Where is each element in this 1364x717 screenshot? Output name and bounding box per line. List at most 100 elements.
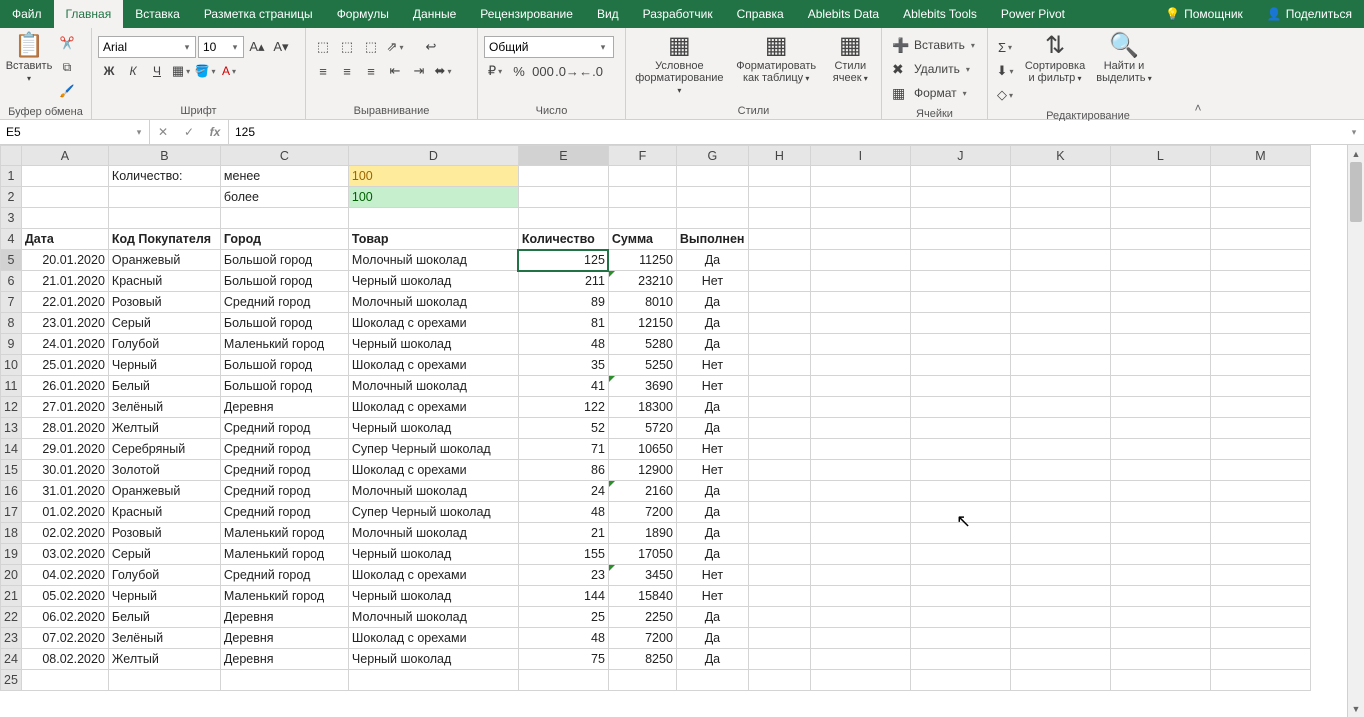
cell-D16[interactable]: Молочный шоколад [348,481,518,502]
cell-B17[interactable]: Красный [108,502,220,523]
cell-D12[interactable]: Шоколад с орехами [348,397,518,418]
cell-D6[interactable]: Черный шоколад [348,271,518,292]
cell-H8[interactable] [748,313,810,334]
cell-K10[interactable] [1010,355,1110,376]
merge-button[interactable]: ⬌ [432,60,454,82]
cell-E6[interactable]: 211 [518,271,608,292]
sort-filter-button[interactable]: ⇅ Сортировка и фильтр [1020,32,1090,86]
cell-J25[interactable] [910,670,1010,691]
cell-E18[interactable]: 21 [518,523,608,544]
cell-J16[interactable] [910,481,1010,502]
format-painter-button[interactable]: 🖌️ [56,80,78,102]
cell-G12[interactable]: Да [676,397,748,418]
cell-K14[interactable] [1010,439,1110,460]
cell-A17[interactable]: 01.02.2020 [21,502,108,523]
cell-E17[interactable]: 48 [518,502,608,523]
copy-button[interactable]: ⧉ [56,56,78,78]
cell-M4[interactable] [1210,229,1310,250]
cell-I11[interactable] [810,376,910,397]
cell-D20[interactable]: Шоколад с орехами [348,565,518,586]
cell-L16[interactable] [1110,481,1210,502]
cell-J14[interactable] [910,439,1010,460]
align-right-button[interactable]: ≡ [360,60,382,82]
row-header-2[interactable]: 2 [1,187,22,208]
conditional-formatting-button[interactable]: ▦ Условное форматирование [632,32,727,98]
cell-G21[interactable]: Нет [676,586,748,607]
cell-C19[interactable]: Маленький город [220,544,348,565]
cell-H5[interactable] [748,250,810,271]
menu-share[interactable]: Поделиться [1255,0,1364,28]
vertical-scrollbar[interactable]: ▲ ▼ [1347,145,1364,717]
cell-H24[interactable] [748,649,810,670]
row-header-11[interactable]: 11 [1,376,22,397]
cell-F25[interactable] [608,670,676,691]
cell-I15[interactable] [810,460,910,481]
cell-J12[interactable] [910,397,1010,418]
number-format-input[interactable] [485,37,595,57]
cell-K6[interactable] [1010,271,1110,292]
cell-D24[interactable]: Черный шоколад [348,649,518,670]
cell-K4[interactable] [1010,229,1110,250]
underline-button[interactable]: Ч [146,60,168,82]
cell-H10[interactable] [748,355,810,376]
row-header-7[interactable]: 7 [1,292,22,313]
cell-K19[interactable] [1010,544,1110,565]
cell-G5[interactable]: Да [676,250,748,271]
cell-D25[interactable] [348,670,518,691]
cell-E16[interactable]: 24 [518,481,608,502]
cell-M13[interactable] [1210,418,1310,439]
cell-D22[interactable]: Молочный шоколад [348,607,518,628]
increase-decimal-button[interactable]: .0→ [556,60,578,82]
cell-F24[interactable]: 8250 [608,649,676,670]
bold-button[interactable]: Ж [98,60,120,82]
cell-K23[interactable] [1010,628,1110,649]
cell-L20[interactable] [1110,565,1210,586]
cell-C23[interactable]: Деревня [220,628,348,649]
cell-K7[interactable] [1010,292,1110,313]
wrap-text-button[interactable]: ↩ [420,36,442,58]
menu-ablebits-data[interactable]: Ablebits Data [796,0,891,28]
cell-B2[interactable] [108,187,220,208]
cell-M11[interactable] [1210,376,1310,397]
cell-H4[interactable] [748,229,810,250]
cell-L17[interactable] [1110,502,1210,523]
cell-E23[interactable]: 48 [518,628,608,649]
cell-H16[interactable] [748,481,810,502]
scroll-thumb[interactable] [1350,162,1362,222]
cell-L9[interactable] [1110,334,1210,355]
cell-H6[interactable] [748,271,810,292]
cell-J15[interactable] [910,460,1010,481]
cell-B7[interactable]: Розовый [108,292,220,313]
cell-K25[interactable] [1010,670,1110,691]
cell-H12[interactable] [748,397,810,418]
cell-H19[interactable] [748,544,810,565]
cell-F6[interactable]: 23210 [608,271,676,292]
cell-D21[interactable]: Черный шоколад [348,586,518,607]
font-size-combo[interactable]: ▾ [198,36,244,58]
cell-I22[interactable] [810,607,910,628]
cell-L3[interactable] [1110,208,1210,229]
cell-C6[interactable]: Большой город [220,271,348,292]
row-header-24[interactable]: 24 [1,649,22,670]
row-header-13[interactable]: 13 [1,418,22,439]
cell-E19[interactable]: 155 [518,544,608,565]
cell-H2[interactable] [748,187,810,208]
cell-I24[interactable] [810,649,910,670]
cell-G10[interactable]: Нет [676,355,748,376]
cell-H1[interactable] [748,166,810,187]
cell-J24[interactable] [910,649,1010,670]
cell-K15[interactable] [1010,460,1110,481]
align-top-button[interactable]: ⬚ [312,36,334,58]
menu-insert[interactable]: Вставка [123,0,192,28]
cell-C11[interactable]: Большой город [220,376,348,397]
cell-K17[interactable] [1010,502,1110,523]
cell-J5[interactable] [910,250,1010,271]
insert-function-button[interactable]: fx [202,121,228,144]
cell-J23[interactable] [910,628,1010,649]
cell-A8[interactable]: 23.01.2020 [21,313,108,334]
cell-F12[interactable]: 18300 [608,397,676,418]
percent-button[interactable]: % [508,60,530,82]
cell-B12[interactable]: Зелёный [108,397,220,418]
cell-D4[interactable]: Товар [348,229,518,250]
cell-B10[interactable]: Черный [108,355,220,376]
